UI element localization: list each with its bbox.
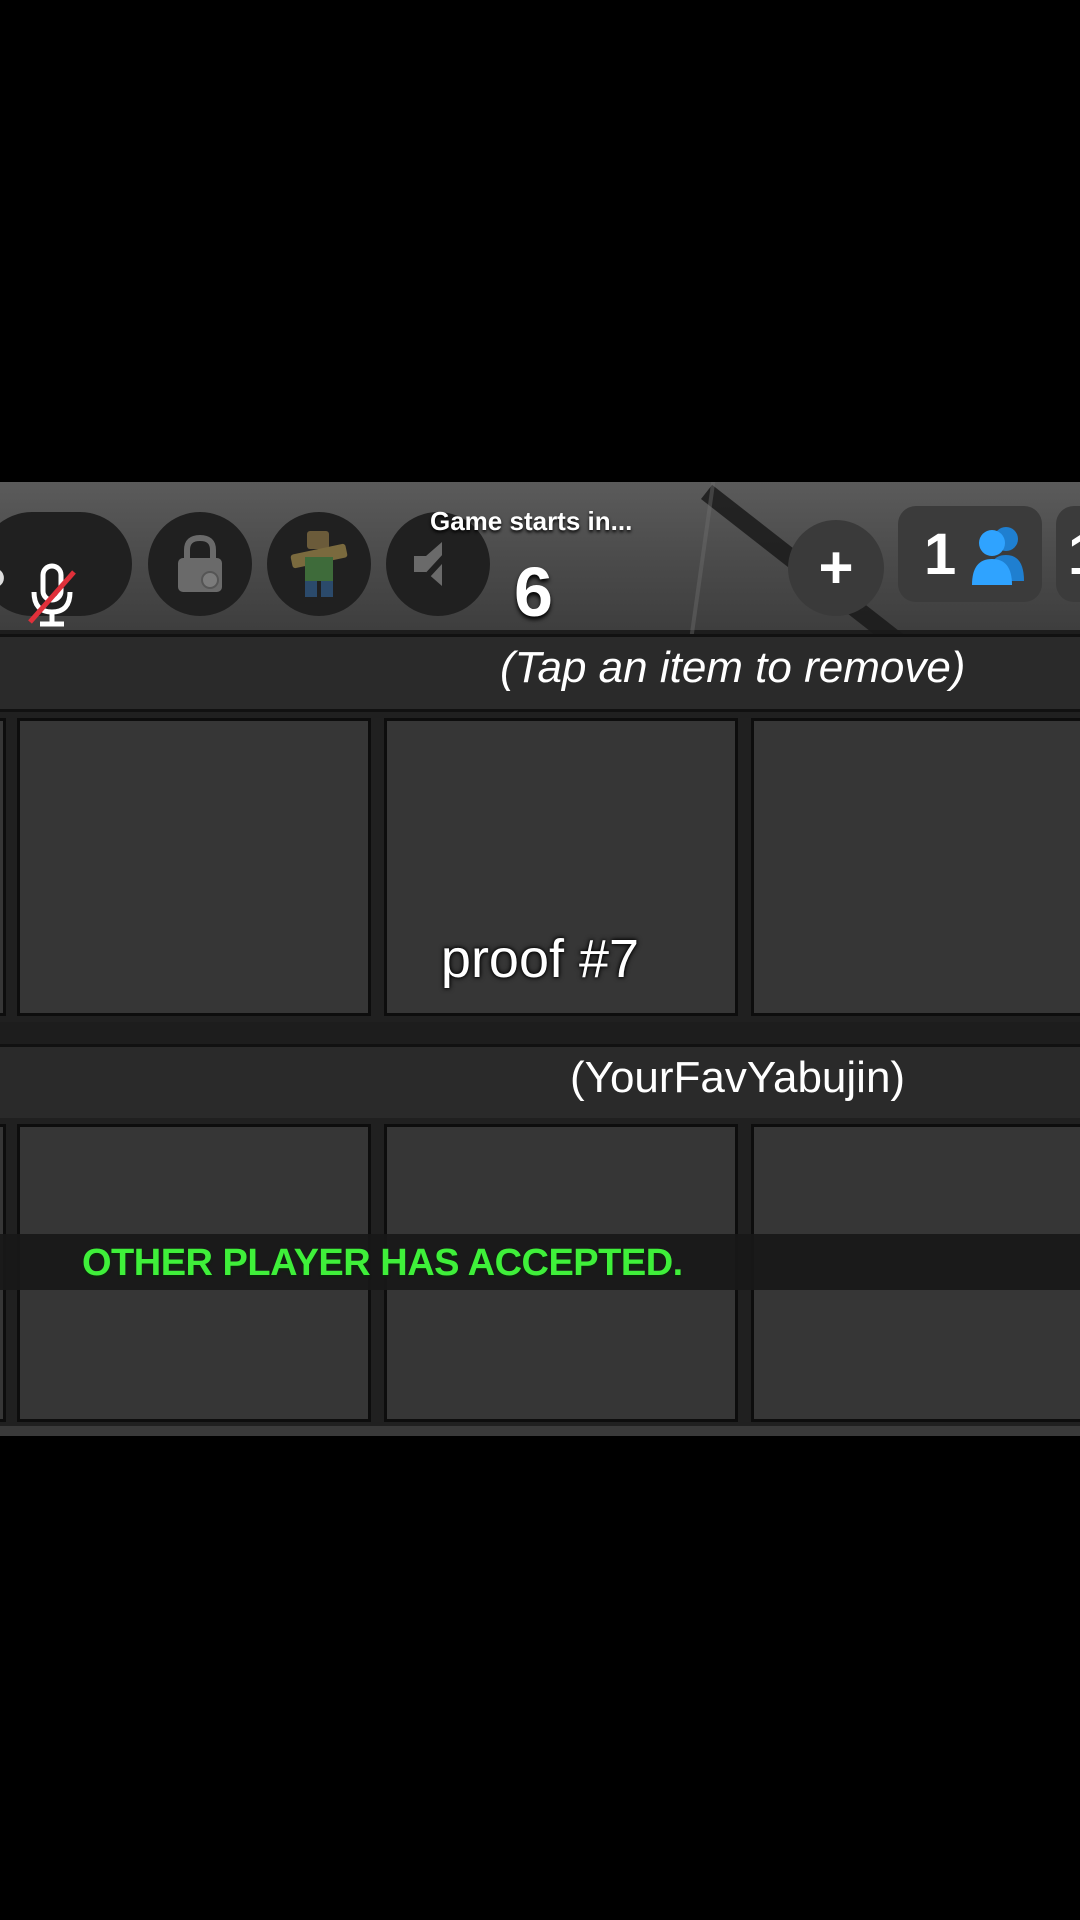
frame-bottom-edge	[0, 1426, 1080, 1436]
lock-icon	[178, 534, 222, 592]
players-button-2[interactable]: 1	[1056, 506, 1080, 602]
player-count-2: 1	[1068, 521, 1080, 588]
partner-offer-header: (YourFavYabujin)	[0, 1044, 1080, 1122]
voice-pill[interactable]: ?	[0, 512, 132, 627]
accepted-status: OTHER PLAYER HAS ACCEPTED.	[82, 1242, 683, 1284]
status-band: OTHER PLAYER HAS ACCEPTED.	[0, 1234, 1080, 1290]
countdown-value: 6	[514, 553, 553, 631]
remove-hint: (Tap an item to remove)	[500, 643, 966, 692]
top-bar: ?	[0, 482, 1080, 662]
players-icon	[972, 527, 1025, 585]
muted-mic-icon[interactable]	[24, 562, 80, 635]
speaker-muted-icon	[411, 537, 463, 593]
lock-button[interactable]	[148, 512, 252, 616]
player-count: 1	[924, 521, 957, 587]
plus-icon: +	[818, 534, 854, 601]
avatar-icon	[290, 531, 348, 597]
your-offer-header: (Tap an item to remove)	[0, 634, 1080, 712]
video-caption: proof #7	[440, 929, 640, 989]
partner-name: (YourFavYabujin)	[570, 1053, 906, 1102]
players-button[interactable]: 1	[898, 506, 1042, 602]
avatar-button[interactable]	[267, 512, 371, 616]
help-icon[interactable]: ?	[0, 556, 7, 618]
countdown-label: Game starts in...	[430, 506, 633, 536]
add-button[interactable]: +	[788, 520, 884, 616]
